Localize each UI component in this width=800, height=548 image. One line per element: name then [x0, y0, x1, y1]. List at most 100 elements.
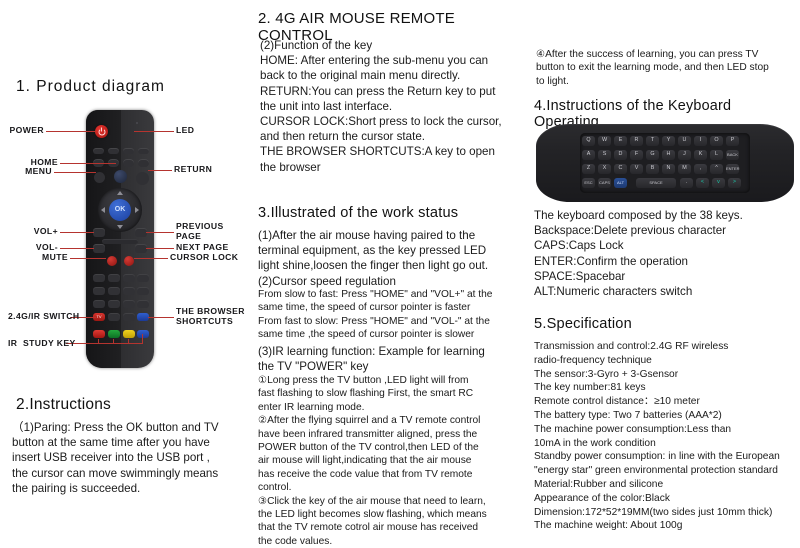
- function-of-key-line: the browser: [260, 160, 321, 174]
- kb-key: M: [678, 164, 691, 174]
- keyboard-photo: Q W E R T Y U I O P A S D F G H J K L BA…: [536, 124, 794, 204]
- work-status-item-4: ④After the success of learning, you can …: [536, 49, 769, 87]
- label-return: RETURN: [174, 164, 213, 174]
- spec-line: The machine power consumption:Less than: [534, 423, 732, 435]
- label-mute: MUTE: [42, 252, 68, 262]
- keyboard-line: ALT:Numeric characters switch: [534, 285, 693, 299]
- kb-key-period: .: [680, 178, 693, 188]
- datasheet-page: 1. Product diagram OK TV POWER LED HOME …: [0, 0, 800, 547]
- dpad-up-icon: [117, 191, 123, 195]
- lead-next-page: [146, 248, 174, 250]
- kb-key: J: [678, 150, 691, 160]
- function-of-key-line: THE BROWSER SHORTCUTS:A key to open: [260, 145, 495, 159]
- spec-line: Transmission and control:2.4G RF wireles…: [534, 341, 729, 352]
- top-key-7: [123, 159, 134, 167]
- num-key-d: [123, 313, 135, 321]
- label-vol-down: VOL-: [35, 242, 58, 252]
- kb-key: P: [726, 136, 739, 146]
- section-title-product-diagram: 1. Product diagram: [16, 78, 165, 95]
- kb-key: S: [598, 150, 611, 160]
- kb-key: ^: [710, 164, 723, 174]
- kb-key: Q: [582, 136, 595, 146]
- dpad-down-icon: [117, 225, 123, 229]
- dpad-left-icon: [101, 207, 105, 213]
- keyboard-description-list: The keyboard composed by the 38 keys. Ba…: [534, 208, 796, 299]
- kb-key: D: [614, 150, 627, 160]
- vol-up-button: [93, 228, 105, 237]
- spec-line: Remote control distance：≥10 meter: [534, 396, 700, 408]
- keyboard-line: ENTER:Confirm the operation: [534, 254, 689, 268]
- spec-line: The key number:81 keys: [534, 382, 646, 394]
- spec-line: The machine weight: About 100g: [534, 520, 683, 532]
- kb-key: E: [614, 136, 627, 146]
- kb-key: H: [662, 150, 675, 160]
- num-key-a: [137, 274, 149, 282]
- label-cursor-lock: CURSOR LOCK: [170, 252, 239, 262]
- label-ir-study-key: IR STUDY KEY: [8, 338, 76, 348]
- lead-ir-tick-4: [142, 334, 144, 344]
- lead-power: [46, 131, 96, 133]
- kb-key: B: [646, 164, 659, 174]
- left-column: 1. Product diagram OK TV POWER LED HOME …: [8, 0, 256, 531]
- remote-body: OK TV: [86, 110, 154, 368]
- function-of-key-heading: (2)Function of the key: [260, 39, 373, 52]
- spec-line: Dimension:172*52*19MM(two sides just 10m…: [534, 506, 773, 518]
- keyboard-keypad: Q W E R T Y U I O P A S D F G H J K L BA…: [580, 133, 750, 193]
- lead-ir-study-key: [66, 343, 142, 345]
- label-previous-page: PREVIOUS PAGE: [176, 221, 224, 241]
- lead-led: [134, 131, 174, 133]
- kb-key: T: [646, 136, 659, 146]
- kb-key: Y: [662, 136, 675, 146]
- kb-key-caps: CAPS: [598, 178, 611, 188]
- spec-line: The battery type: Two 7 batteries (AAA*2…: [534, 409, 722, 421]
- kb-key-arrow-left: <: [696, 178, 709, 188]
- kb-key: W: [598, 136, 611, 146]
- kb-key-esc: ESC: [582, 178, 595, 188]
- spec-line: radio-frequency technique: [534, 354, 652, 366]
- spec-line: 10mA in the work condition: [534, 437, 656, 449]
- ir-study-key-green: [108, 330, 120, 338]
- center-bar-button: [102, 239, 138, 244]
- function-of-key-line: HOME: After entering the sub-menu you ca…: [260, 54, 489, 68]
- lead-mute: [70, 258, 106, 260]
- keyboard-line: Backspace:Delete previous character: [534, 224, 727, 238]
- spec-line: Material:Rubber and silicone: [534, 478, 664, 490]
- section-title-work-status: 3.Illustrated of the work status: [258, 205, 459, 221]
- lead-ir-tick-1: [98, 339, 100, 344]
- num-key-5: [108, 287, 120, 295]
- work-status-item-2-heading: (2)Cursor speed regulation: [258, 275, 396, 288]
- mute-button: [107, 256, 117, 266]
- kb-key: V: [630, 164, 643, 174]
- kb-key-alt: ALT: [614, 178, 627, 188]
- right-column: ④After the success of learning, you can …: [532, 0, 798, 531]
- menu-button: [94, 172, 105, 183]
- kb-key-space: SPACE: [636, 178, 676, 188]
- lead-home: [60, 163, 116, 165]
- kb-key: L: [710, 150, 723, 160]
- work-status-item-3-heading: (3)IR learning function: Example for lea…: [258, 345, 485, 374]
- kb-key: X: [598, 164, 611, 174]
- remote-control-diagram: OK TV POWER LED HOME MENU RETURN VOL+ VO…: [8, 100, 264, 380]
- function-of-key-line: the unit into last interface.: [260, 99, 393, 113]
- top-key-8: [138, 159, 149, 167]
- num-key-b: [137, 287, 149, 295]
- top-key-3: [123, 148, 134, 154]
- lead-browser-shortcuts: [148, 317, 174, 319]
- spec-line: The sensor:3-Gyro + 3-Gsensor: [534, 368, 679, 380]
- ok-button: OK: [109, 199, 131, 221]
- lead-cursor-lock: [134, 258, 168, 260]
- kb-key: N: [662, 164, 675, 174]
- kb-key: U: [678, 136, 691, 146]
- label-browser-shortcuts: THE BROWSER SHORTCUTS: [176, 306, 245, 326]
- kb-key: ,: [694, 164, 707, 174]
- led-indicator: [136, 122, 138, 124]
- kb-key: K: [694, 150, 707, 160]
- kb-key: R: [630, 136, 643, 146]
- label-menu: MENU: [25, 166, 52, 176]
- function-of-key-line: CURSOR LOCK:Short press to lock the curs…: [260, 115, 502, 129]
- work-status-item-1: (1)After the air mouse having paired to …: [258, 229, 489, 273]
- power-icon: [98, 128, 105, 135]
- top-key-1: [93, 148, 104, 154]
- num-key-8: [108, 300, 120, 308]
- kb-key: Z: [582, 164, 595, 174]
